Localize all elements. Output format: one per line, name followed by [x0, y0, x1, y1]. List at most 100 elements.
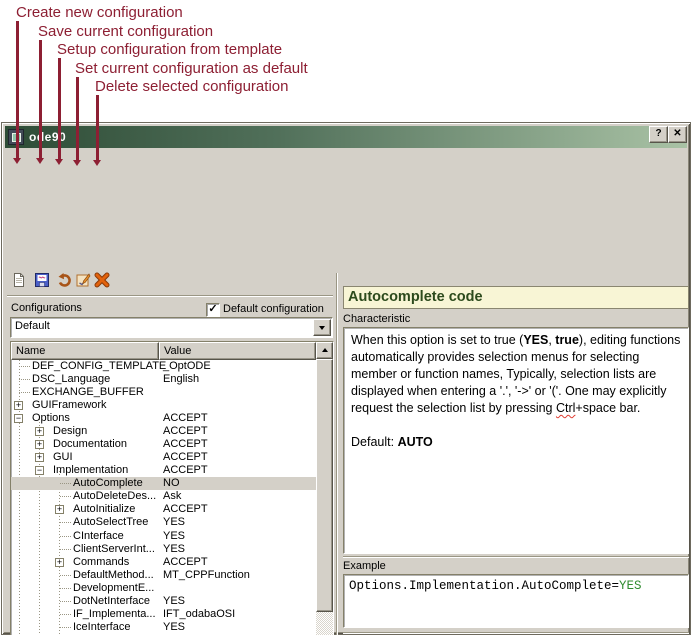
help-button[interactable]: ? [649, 126, 668, 143]
characteristic-text[interactable]: When this option is set to true (YES, tr… [343, 327, 689, 554]
tree-row[interactable]: DSC_LanguageEnglish [11, 373, 316, 386]
expand-plus-icon[interactable]: + [35, 427, 44, 436]
tree-row[interactable]: + AutoInitialize ACCEPT [11, 503, 316, 516]
configuration-combobox[interactable]: Default [10, 317, 333, 338]
tree-row[interactable]: ClientServerInt... YES [11, 543, 316, 556]
screenshot-canvas: Create new configuration Save current co… [0, 0, 691, 635]
tree-row[interactable]: +GUIFramework [11, 399, 316, 412]
annotation-label: Delete selected configuration [95, 78, 288, 95]
window-title: ode90 [29, 130, 66, 144]
tree-leaf-dash [60, 627, 71, 628]
tree-row[interactable]: +GUIACCEPT [11, 451, 316, 464]
tree-item-value: YES [163, 595, 185, 608]
tree-item-value: ACCEPT [163, 464, 208, 477]
delete-configuration-button[interactable] [93, 274, 110, 291]
panel-divider [336, 273, 338, 635]
tree-item-name: ClientServerInt... [73, 543, 155, 556]
tree-item-name: CInterface [73, 530, 124, 543]
characteristic-paragraph: When this option is set to true (YES, tr… [351, 332, 681, 417]
collapse-minus-icon[interactable]: − [35, 466, 44, 475]
text-segment: When this option is set to true ( [351, 333, 523, 347]
collapse-minus-icon[interactable]: − [14, 414, 23, 423]
example-code-box[interactable]: Options.Implementation.AutoComplete=YES [343, 574, 689, 628]
set-configuration-default-button[interactable] [74, 274, 91, 291]
toolbar-separator [7, 295, 333, 297]
tree-leaf-dash [60, 601, 71, 602]
title-bar[interactable]: ode90 [5, 126, 687, 148]
section-separator [343, 556, 689, 558]
tree-item-name: DevelopmentE... [73, 582, 154, 595]
text-segment: YES [523, 333, 548, 347]
tree-item-name: DefaultMethod... [73, 569, 154, 582]
tree-item-name: AutoInitialize [73, 503, 135, 516]
text-segment: true [555, 333, 579, 347]
form-pencil-icon [75, 272, 91, 293]
tree-row[interactable]: DevelopmentE... [11, 582, 316, 595]
annotation-label: Create new configuration [16, 4, 183, 21]
arrow-up-icon [322, 345, 328, 352]
configuration-dialog: ode90 ? ✕ [1, 122, 691, 635]
setup-configuration-from-template-button[interactable] [55, 274, 72, 291]
example-label: Example [343, 560, 386, 572]
expand-plus-icon[interactable]: + [35, 440, 44, 449]
vertical-scrollbar[interactable] [316, 342, 333, 635]
tree-row[interactable]: +DocumentationACCEPT [11, 438, 316, 451]
tree-item-value: YES [163, 543, 185, 556]
tree-item-value: Ask [163, 490, 181, 503]
tree-item-value: English [163, 373, 199, 386]
vertical-scroll-thumb[interactable] [316, 359, 333, 612]
tree-item-value: ACCEPT [163, 503, 208, 516]
expand-plus-icon[interactable]: + [35, 453, 44, 462]
tree-item-name: DotNetInterface [73, 595, 150, 608]
tree-row[interactable]: EXCHANGE_BUFFER [11, 386, 316, 399]
expand-plus-icon[interactable]: + [55, 505, 64, 514]
chevron-down-icon [319, 326, 325, 333]
tree-item-name: Options [32, 412, 70, 425]
save-current-configuration-button[interactable] [33, 274, 50, 291]
tree-row[interactable]: −Implementation ACCEPT [11, 464, 316, 477]
column-header-name[interactable]: Name [11, 342, 159, 360]
close-button[interactable]: ✕ [668, 126, 687, 143]
tree-leaf-dash [19, 392, 30, 393]
tree-leaf-dash [60, 496, 71, 497]
tree-leaf-dash [60, 522, 71, 523]
tree-item-name: IceInterface [73, 621, 130, 634]
tree-row[interactable]: AutoSelectTreeYES [11, 516, 316, 529]
expand-plus-icon[interactable]: + [55, 558, 64, 567]
tree-item-name: EXCHANGE_BUFFER [32, 386, 144, 399]
tree-item-value: MT_CPPFunction [163, 569, 250, 582]
tree-leaf-dash [60, 614, 71, 615]
tree-row[interactable]: +DesignACCEPT [11, 425, 316, 438]
tree-row[interactable]: DefaultMethod... MT_CPPFunction [11, 569, 316, 582]
tree-row[interactable]: DotNetInterface YES [11, 595, 316, 608]
floppy-disk-icon [34, 272, 50, 293]
tree-item-value: ACCEPT [163, 412, 208, 425]
tree-row[interactable]: DEF_CONFIG_TEMPLATE_OptODE [11, 360, 316, 373]
tree-item-value: ACCEPT [163, 556, 208, 569]
tree-row[interactable]: CInterfaceYES [11, 530, 316, 543]
tree-item-name: GUI [53, 451, 73, 464]
tree-item-name: Implementation [53, 464, 128, 477]
tree-row[interactable]: IF_Implementa...IFT_odabaOSI [11, 608, 316, 621]
annotation-label: Save current configuration [38, 23, 213, 40]
tree-item-name: Commands [73, 556, 129, 569]
tree-leaf-dash [60, 575, 71, 576]
default-configuration-label: Default configuration [223, 303, 324, 315]
orange-x-icon [94, 272, 110, 293]
tree-row[interactable]: IceInterfaceYES [11, 621, 316, 634]
combobox-dropdown-button[interactable] [313, 319, 331, 336]
expand-plus-icon[interactable]: + [14, 401, 23, 410]
tree-row[interactable]: AutoCompleteNO [11, 477, 316, 490]
tree-row[interactable]: AutoDeleteDes... Ask [11, 490, 316, 503]
characteristic-label: Characteristic [343, 313, 410, 325]
text-segment: Ctrl [556, 401, 575, 415]
scroll-up-button[interactable] [316, 342, 333, 359]
default-configuration-checkbox[interactable]: ✓ [206, 303, 220, 317]
tree-item-value: NO [163, 477, 180, 490]
column-header-value[interactable]: Value [159, 342, 316, 360]
tree-row[interactable]: −Options ACCEPT [11, 412, 316, 425]
tree-item-name: AutoDeleteDes... [73, 490, 156, 503]
create-new-configuration-button[interactable] [10, 274, 27, 291]
tree-row[interactable]: + Commands ACCEPT [11, 556, 316, 569]
tree-leaf-dash [19, 366, 30, 367]
